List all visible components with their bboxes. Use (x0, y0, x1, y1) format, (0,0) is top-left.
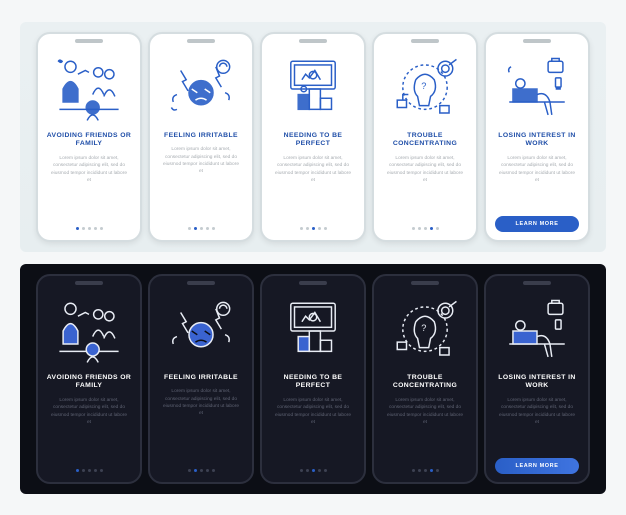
phone-screen-avoiding-light: AVOIDING FRIENDS OR FAMILY Lorem ipsum d… (36, 32, 142, 242)
screen-title: LOSING INTEREST IN WORK (492, 132, 582, 150)
screen-body: Lorem ipsum dolor sit amet, consectetur … (268, 155, 358, 184)
losing-interest-icon (498, 52, 576, 126)
screen-title: TROUBLE CONCENTRATING (380, 132, 470, 150)
pagination-dots[interactable] (300, 469, 327, 472)
irritable-icon (162, 294, 240, 368)
svg-text:?: ? (421, 81, 426, 91)
avoiding-icon (50, 52, 128, 126)
screen-body: Lorem ipsum dolor sit amet, consectetur … (492, 397, 582, 426)
phone-screen-irritable-light: FEELING IRRITABLE Lorem ipsum dolor sit … (148, 32, 254, 242)
phone-notch (299, 39, 327, 43)
pagination-dots[interactable] (412, 469, 439, 472)
screen-title: NEEDING TO BE PERFECT (268, 374, 358, 392)
phone-notch (187, 281, 215, 285)
screen-body: Lorem ipsum dolor sit amet, consectetur … (268, 397, 358, 426)
pagination-dots[interactable] (412, 227, 439, 230)
pagination-dots[interactable] (300, 227, 327, 230)
phone-screen-avoiding-dark: AVOIDING FRIENDS OR FAMILY Lorem ipsum d… (36, 274, 142, 484)
phone-notch (75, 39, 103, 43)
learn-more-button[interactable]: LEARN MORE (495, 216, 579, 232)
svg-text:?: ? (421, 323, 426, 333)
screen-body: Lorem ipsum dolor sit amet, consectetur … (156, 388, 246, 417)
phone-notch (411, 39, 439, 43)
screen-title: FEELING IRRITABLE (162, 132, 240, 141)
screen-body: Lorem ipsum dolor sit amet, consectetur … (44, 155, 134, 184)
phone-screen-trouble-light: ? TROUBLE CONCENTRATING Lorem ipsum dolo… (372, 32, 478, 242)
onboarding-row-dark: AVOIDING FRIENDS OR FAMILY Lorem ipsum d… (20, 264, 606, 494)
learn-more-button[interactable]: LEARN MORE (495, 458, 579, 474)
screen-title: AVOIDING FRIENDS OR FAMILY (44, 132, 134, 150)
screen-body: Lorem ipsum dolor sit amet, consectetur … (156, 146, 246, 175)
phone-screen-losing-dark: LOSING INTEREST IN WORK Lorem ipsum dolo… (484, 274, 590, 484)
phone-notch (523, 39, 551, 43)
phone-screen-perfect-light: NEEDING TO BE PERFECT Lorem ipsum dolor … (260, 32, 366, 242)
pagination-dots[interactable] (76, 227, 103, 230)
irritable-icon (162, 52, 240, 126)
phone-notch (411, 281, 439, 285)
perfect-icon (274, 294, 352, 368)
phone-screen-irritable-dark: FEELING IRRITABLE Lorem ipsum dolor sit … (148, 274, 254, 484)
avoiding-icon (50, 294, 128, 368)
concentrating-icon: ? (386, 294, 464, 368)
screen-title: FEELING IRRITABLE (162, 374, 240, 383)
screen-title: AVOIDING FRIENDS OR FAMILY (44, 374, 134, 392)
screen-title: TROUBLE CONCENTRATING (380, 374, 470, 392)
phone-screen-trouble-dark: ? TROUBLE CONCENTRATING Lorem ipsum dolo… (372, 274, 478, 484)
phone-screen-perfect-dark: NEEDING TO BE PERFECT Lorem ipsum dolor … (260, 274, 366, 484)
pagination-dots[interactable] (188, 469, 215, 472)
phone-notch (523, 281, 551, 285)
screen-body: Lorem ipsum dolor sit amet, consectetur … (492, 155, 582, 184)
phone-notch (299, 281, 327, 285)
concentrating-icon: ? (386, 52, 464, 126)
screen-body: Lorem ipsum dolor sit amet, consectetur … (44, 397, 134, 426)
perfect-icon (274, 52, 352, 126)
screen-body: Lorem ipsum dolor sit amet, consectetur … (380, 155, 470, 184)
screen-title: NEEDING TO BE PERFECT (268, 132, 358, 150)
screen-body: Lorem ipsum dolor sit amet, consectetur … (380, 397, 470, 426)
phone-notch (75, 281, 103, 285)
losing-interest-icon (498, 294, 576, 368)
onboarding-row-light: AVOIDING FRIENDS OR FAMILY Lorem ipsum d… (20, 22, 606, 252)
pagination-dots[interactable] (188, 227, 215, 230)
pagination-dots[interactable] (76, 469, 103, 472)
screen-title: LOSING INTEREST IN WORK (492, 374, 582, 392)
phone-screen-losing-light: LOSING INTEREST IN WORK Lorem ipsum dolo… (484, 32, 590, 242)
phone-notch (187, 39, 215, 43)
